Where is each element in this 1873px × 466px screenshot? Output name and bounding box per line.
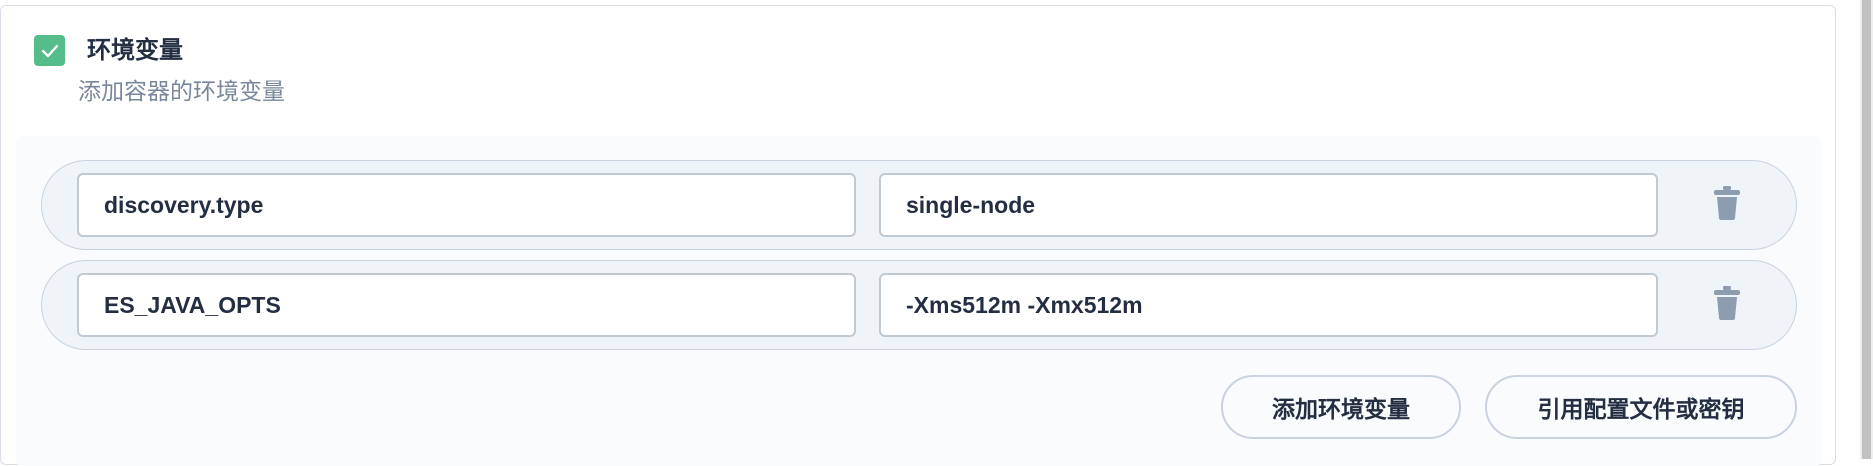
add-env-var-button[interactable]: 添加环境变量 [1221,375,1461,439]
env-value-input[interactable]: single-node [879,173,1658,237]
reference-config-or-secret-button[interactable]: 引用配置文件或密钥 [1485,375,1797,439]
trash-icon[interactable] [1712,185,1742,221]
trash-icon[interactable] [1712,285,1742,321]
env-var-row: discovery.type single-node [41,160,1797,250]
env-var-row: ES_JAVA_OPTS -Xms512m -Xmx512m [41,260,1797,350]
section-description: 添加容器的环境变量 [78,78,285,104]
env-key-input[interactable]: ES_JAVA_OPTS [77,273,856,337]
env-vars-checkbox[interactable] [34,35,65,66]
section-title: 环境变量 [87,37,183,64]
checkmark-icon [41,44,58,57]
scrollbar-thumb[interactable] [1862,0,1871,459]
env-value-input[interactable]: -Xms512m -Xmx512m [879,273,1658,337]
env-key-input[interactable]: discovery.type [77,173,856,237]
